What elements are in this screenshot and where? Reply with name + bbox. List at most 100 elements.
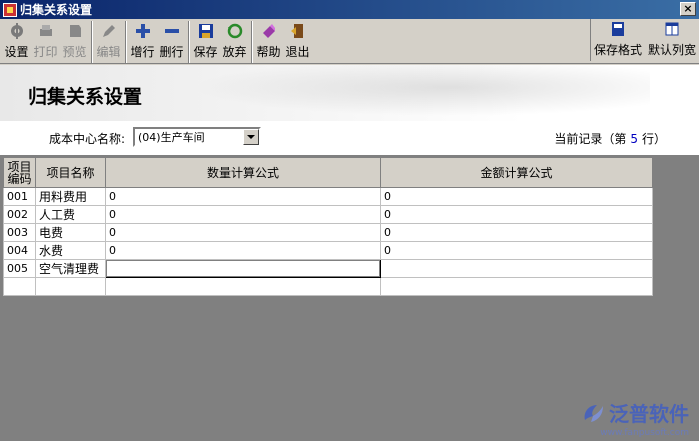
- header-area: 归集关系设置 成本中心名称: (04)生产车间 当前记录（第 5 行）: [0, 65, 699, 155]
- record-suffix: 行）: [641, 132, 666, 146]
- preview-icon: [67, 23, 83, 39]
- save-label: 保存: [193, 45, 218, 59]
- record-number: 5: [630, 132, 638, 146]
- add-row-button[interactable]: 增行: [128, 21, 157, 63]
- grid-area: 项目 编码 项目名称 数量计算公式 金额计算公式 001 用料费用 0 0 002…: [0, 155, 699, 441]
- add-row-icon: [135, 23, 151, 39]
- table-row[interactable]: 004 水费 0 0: [3, 241, 653, 260]
- save-format-icon: [610, 21, 626, 37]
- table-header-row: 项目 编码 项目名称 数量计算公式 金额计算公式: [3, 157, 653, 188]
- edit-label: 编辑: [96, 45, 121, 59]
- close-button[interactable]: ×: [680, 2, 696, 16]
- print-icon: [38, 23, 54, 39]
- exit-button[interactable]: 退出: [283, 21, 312, 63]
- toolbar-group-file: 设置 打印 预览: [0, 21, 92, 63]
- delete-row-button[interactable]: 删行: [157, 21, 186, 63]
- brand-name: 泛普软件: [609, 402, 689, 426]
- code-header-line2: 编码: [7, 171, 32, 186]
- row-amount-formula[interactable]: 0: [380, 223, 653, 242]
- banner-decoration: [150, 65, 650, 121]
- help-button[interactable]: 帮助: [254, 21, 283, 63]
- page-title: 归集关系设置: [28, 86, 143, 108]
- settings-icon: [9, 23, 25, 39]
- table-row[interactable]: 001 用料费用 0 0: [3, 187, 653, 206]
- exit-icon: [290, 23, 306, 39]
- watermark: 泛普软件 www.fanpusoft.com: [581, 398, 689, 438]
- row-code[interactable]: 002: [3, 205, 36, 224]
- column-header-code[interactable]: 项目 编码: [3, 157, 36, 188]
- table-row[interactable]: 003 电费 0 0: [3, 223, 653, 242]
- discard-button[interactable]: 放弃: [220, 21, 249, 63]
- edit-button[interactable]: 编辑: [94, 21, 123, 63]
- row-qty-formula[interactable]: [105, 277, 381, 296]
- row-amount-formula[interactable]: [380, 277, 653, 296]
- row-code[interactable]: 003: [3, 223, 36, 242]
- row-qty-formula[interactable]: 0: [105, 205, 381, 224]
- save-button[interactable]: 保存: [191, 21, 220, 63]
- toolbar-group-save: 保存 放弃: [189, 21, 252, 63]
- exit-label: 退出: [285, 45, 310, 59]
- cost-center-select[interactable]: (04)生产车间: [133, 127, 261, 147]
- discard-label: 放弃: [222, 45, 247, 59]
- row-code[interactable]: [3, 277, 36, 296]
- save-icon: [198, 23, 214, 39]
- record-prefix: 当前记录（第: [554, 132, 627, 146]
- table-row[interactable]: 002 人工费 0 0: [3, 205, 653, 224]
- default-width-icon: [664, 21, 680, 37]
- formula-table: 项目 编码 项目名称 数量计算公式 金额计算公式 001 用料费用 0 0 002…: [3, 157, 653, 296]
- save-format-button[interactable]: 保存格式: [591, 19, 645, 61]
- toolbar-group-edit: 编辑: [92, 21, 126, 63]
- row-code[interactable]: 001: [3, 187, 36, 206]
- help-label: 帮助: [256, 45, 281, 59]
- current-record: 当前记录（第 5 行）: [554, 130, 666, 147]
- row-qty-formula[interactable]: 0: [105, 241, 381, 260]
- cost-center-label: 成本中心名称:: [49, 132, 126, 146]
- table-row[interactable]: 005 空气清理费: [3, 259, 653, 278]
- row-name[interactable]: 用料费用: [35, 187, 106, 206]
- title-bar: 归集关系设置 ×: [0, 0, 699, 19]
- row-name[interactable]: [35, 277, 106, 296]
- row-name[interactable]: 人工费: [35, 205, 106, 224]
- row-name[interactable]: 电费: [35, 223, 106, 242]
- column-header-amount-formula[interactable]: 金额计算公式: [380, 157, 653, 188]
- row-code[interactable]: 004: [3, 241, 36, 260]
- row-qty-formula[interactable]: 0: [105, 223, 381, 242]
- row-qty-formula-editor[interactable]: [105, 259, 381, 278]
- toolbar-group-help: 帮助 退出: [252, 21, 314, 63]
- settings-label: 设置: [4, 45, 29, 59]
- row-amount-formula[interactable]: [380, 259, 653, 278]
- app-icon: [3, 2, 17, 17]
- settings-button[interactable]: 设置: [2, 21, 31, 63]
- table-row[interactable]: [3, 277, 653, 296]
- column-header-name[interactable]: 项目名称: [35, 157, 106, 188]
- edit-icon: [101, 23, 117, 39]
- add-row-label: 增行: [130, 45, 155, 59]
- default-width-button[interactable]: 默认列宽: [645, 19, 699, 61]
- discard-icon: [227, 23, 243, 39]
- preview-label: 预览: [62, 45, 87, 59]
- row-name[interactable]: 水费: [35, 241, 106, 260]
- help-icon: [261, 23, 277, 39]
- row-amount-formula[interactable]: 0: [380, 187, 653, 206]
- print-label: 打印: [33, 45, 58, 59]
- preview-button[interactable]: 预览: [60, 21, 89, 63]
- row-qty-formula[interactable]: 0: [105, 187, 381, 206]
- delete-row-icon: [164, 23, 180, 39]
- filter-row: 成本中心名称: (04)生产车间 当前记录（第 5 行）: [0, 121, 699, 155]
- cost-center-value: (04)生产车间: [138, 131, 205, 144]
- row-amount-formula[interactable]: 0: [380, 205, 653, 224]
- toolbar-right: 保存格式 默认列宽: [589, 19, 699, 61]
- toolbar: 设置 打印 预览 编辑 增行 删行 保存 放弃 帮助 退出 保存格式 默认列宽: [0, 19, 699, 64]
- brand-logo-icon: [581, 402, 605, 424]
- row-code[interactable]: 005: [3, 259, 36, 278]
- print-button[interactable]: 打印: [31, 21, 60, 63]
- chevron-down-icon[interactable]: [243, 129, 259, 145]
- row-amount-formula[interactable]: 0: [380, 241, 653, 260]
- column-header-qty-formula[interactable]: 数量计算公式: [105, 157, 381, 188]
- save-format-label: 保存格式: [593, 43, 642, 57]
- delete-row-label: 删行: [159, 45, 184, 59]
- default-width-label: 默认列宽: [647, 43, 696, 57]
- banner: 归集关系设置: [0, 65, 699, 121]
- row-name[interactable]: 空气清理费: [35, 259, 106, 278]
- window-title: 归集关系设置: [20, 3, 93, 17]
